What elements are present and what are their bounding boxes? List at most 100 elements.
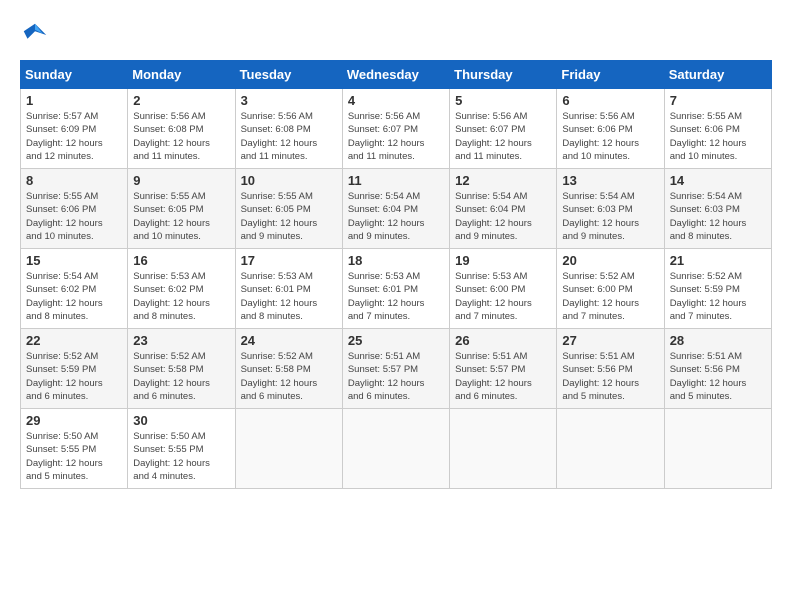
- calendar-header-row: SundayMondayTuesdayWednesdayThursdayFrid…: [21, 61, 772, 89]
- calendar-cell: 20 Sunrise: 5:52 AM Sunset: 6:00 PM Dayli…: [557, 249, 664, 329]
- cell-content: Sunrise: 5:51 AM Sunset: 5:56 PM Dayligh…: [670, 350, 766, 403]
- cell-content: Sunrise: 5:52 AM Sunset: 5:58 PM Dayligh…: [241, 350, 337, 403]
- header-friday: Friday: [557, 61, 664, 89]
- calendar-cell: 6 Sunrise: 5:56 AM Sunset: 6:06 PM Daylig…: [557, 89, 664, 169]
- cell-content: Sunrise: 5:55 AM Sunset: 6:05 PM Dayligh…: [241, 190, 337, 243]
- cell-content: Sunrise: 5:53 AM Sunset: 6:02 PM Dayligh…: [133, 270, 229, 323]
- calendar-cell: 15 Sunrise: 5:54 AM Sunset: 6:02 PM Dayli…: [21, 249, 128, 329]
- cell-content: Sunrise: 5:54 AM Sunset: 6:03 PM Dayligh…: [670, 190, 766, 243]
- cell-content: Sunrise: 5:53 AM Sunset: 6:01 PM Dayligh…: [348, 270, 444, 323]
- header-sunday: Sunday: [21, 61, 128, 89]
- calendar-cell: 5 Sunrise: 5:56 AM Sunset: 6:07 PM Daylig…: [450, 89, 557, 169]
- calendar-cell: 26 Sunrise: 5:51 AM Sunset: 5:57 PM Dayli…: [450, 329, 557, 409]
- calendar-cell: 22 Sunrise: 5:52 AM Sunset: 5:59 PM Dayli…: [21, 329, 128, 409]
- day-number: 20: [562, 253, 658, 268]
- day-number: 29: [26, 413, 122, 428]
- cell-content: Sunrise: 5:52 AM Sunset: 5:58 PM Dayligh…: [133, 350, 229, 403]
- calendar-cell: 25 Sunrise: 5:51 AM Sunset: 5:57 PM Dayli…: [342, 329, 449, 409]
- cell-content: Sunrise: 5:54 AM Sunset: 6:03 PM Dayligh…: [562, 190, 658, 243]
- calendar-cell: [450, 409, 557, 489]
- day-number: 2: [133, 93, 229, 108]
- calendar-cell: 29 Sunrise: 5:50 AM Sunset: 5:55 PM Dayli…: [21, 409, 128, 489]
- cell-content: Sunrise: 5:54 AM Sunset: 6:02 PM Dayligh…: [26, 270, 122, 323]
- day-number: 11: [348, 173, 444, 188]
- calendar-cell: 16 Sunrise: 5:53 AM Sunset: 6:02 PM Dayli…: [128, 249, 235, 329]
- calendar-cell: 28 Sunrise: 5:51 AM Sunset: 5:56 PM Dayli…: [664, 329, 771, 409]
- cell-content: Sunrise: 5:51 AM Sunset: 5:57 PM Dayligh…: [455, 350, 551, 403]
- cell-content: Sunrise: 5:52 AM Sunset: 5:59 PM Dayligh…: [26, 350, 122, 403]
- calendar-cell: 10 Sunrise: 5:55 AM Sunset: 6:05 PM Dayli…: [235, 169, 342, 249]
- cell-content: Sunrise: 5:55 AM Sunset: 6:05 PM Dayligh…: [133, 190, 229, 243]
- day-number: 4: [348, 93, 444, 108]
- cell-content: Sunrise: 5:56 AM Sunset: 6:08 PM Dayligh…: [241, 110, 337, 163]
- day-number: 9: [133, 173, 229, 188]
- day-number: 21: [670, 253, 766, 268]
- cell-content: Sunrise: 5:52 AM Sunset: 5:59 PM Dayligh…: [670, 270, 766, 323]
- cell-content: Sunrise: 5:54 AM Sunset: 6:04 PM Dayligh…: [455, 190, 551, 243]
- calendar-table: SundayMondayTuesdayWednesdayThursdayFrid…: [20, 60, 772, 489]
- calendar-cell: 18 Sunrise: 5:53 AM Sunset: 6:01 PM Dayli…: [342, 249, 449, 329]
- day-number: 24: [241, 333, 337, 348]
- day-number: 3: [241, 93, 337, 108]
- calendar-week-row: 8Sunrise: 5:55 AM Sunset: 6:06 PM Daylig…: [21, 169, 772, 249]
- header-thursday: Thursday: [450, 61, 557, 89]
- cell-content: Sunrise: 5:55 AM Sunset: 6:06 PM Dayligh…: [670, 110, 766, 163]
- header-monday: Monday: [128, 61, 235, 89]
- day-number: 27: [562, 333, 658, 348]
- cell-content: Sunrise: 5:56 AM Sunset: 6:06 PM Dayligh…: [562, 110, 658, 163]
- day-number: 10: [241, 173, 337, 188]
- calendar-cell: [664, 409, 771, 489]
- cell-content: Sunrise: 5:56 AM Sunset: 6:07 PM Dayligh…: [455, 110, 551, 163]
- day-number: 22: [26, 333, 122, 348]
- calendar-cell: 13 Sunrise: 5:54 AM Sunset: 6:03 PM Dayli…: [557, 169, 664, 249]
- cell-content: Sunrise: 5:51 AM Sunset: 5:56 PM Dayligh…: [562, 350, 658, 403]
- calendar-cell: 12 Sunrise: 5:54 AM Sunset: 6:04 PM Dayli…: [450, 169, 557, 249]
- day-number: 16: [133, 253, 229, 268]
- cell-content: Sunrise: 5:52 AM Sunset: 6:00 PM Dayligh…: [562, 270, 658, 323]
- header-saturday: Saturday: [664, 61, 771, 89]
- calendar-cell: 2 Sunrise: 5:56 AM Sunset: 6:08 PM Daylig…: [128, 89, 235, 169]
- day-number: 15: [26, 253, 122, 268]
- day-number: 18: [348, 253, 444, 268]
- day-number: 28: [670, 333, 766, 348]
- cell-content: Sunrise: 5:50 AM Sunset: 5:55 PM Dayligh…: [26, 430, 122, 483]
- day-number: 19: [455, 253, 551, 268]
- day-number: 25: [348, 333, 444, 348]
- cell-content: Sunrise: 5:56 AM Sunset: 6:07 PM Dayligh…: [348, 110, 444, 163]
- day-number: 26: [455, 333, 551, 348]
- calendar-cell: 7 Sunrise: 5:55 AM Sunset: 6:06 PM Daylig…: [664, 89, 771, 169]
- cell-content: Sunrise: 5:53 AM Sunset: 6:00 PM Dayligh…: [455, 270, 551, 323]
- logo-icon: [20, 20, 50, 50]
- header-wednesday: Wednesday: [342, 61, 449, 89]
- day-number: 5: [455, 93, 551, 108]
- day-number: 1: [26, 93, 122, 108]
- cell-content: Sunrise: 5:56 AM Sunset: 6:08 PM Dayligh…: [133, 110, 229, 163]
- day-number: 7: [670, 93, 766, 108]
- day-number: 23: [133, 333, 229, 348]
- cell-content: Sunrise: 5:57 AM Sunset: 6:09 PM Dayligh…: [26, 110, 122, 163]
- day-number: 12: [455, 173, 551, 188]
- calendar-cell: 17Sunrise: 5:53 AM Sunset: 6:01 PM Dayli…: [235, 249, 342, 329]
- day-number: 6: [562, 93, 658, 108]
- page-header: [20, 20, 772, 50]
- calendar-cell: 3 Sunrise: 5:56 AM Sunset: 6:08 PM Daylig…: [235, 89, 342, 169]
- cell-content: Sunrise: 5:50 AM Sunset: 5:55 PM Dayligh…: [133, 430, 229, 483]
- calendar-cell: 1 Sunrise: 5:57 AM Sunset: 6:09 PM Daylig…: [21, 89, 128, 169]
- calendar-cell: 11Sunrise: 5:54 AM Sunset: 6:04 PM Dayli…: [342, 169, 449, 249]
- calendar-cell: 24 Sunrise: 5:52 AM Sunset: 5:58 PM Dayli…: [235, 329, 342, 409]
- calendar-cell: 21 Sunrise: 5:52 AM Sunset: 5:59 PM Dayli…: [664, 249, 771, 329]
- calendar-cell: 4 Sunrise: 5:56 AM Sunset: 6:07 PM Daylig…: [342, 89, 449, 169]
- day-number: 8: [26, 173, 122, 188]
- header-tuesday: Tuesday: [235, 61, 342, 89]
- calendar-cell: 14Sunrise: 5:54 AM Sunset: 6:03 PM Dayli…: [664, 169, 771, 249]
- calendar-cell: 30 Sunrise: 5:50 AM Sunset: 5:55 PM Dayli…: [128, 409, 235, 489]
- calendar-cell: [235, 409, 342, 489]
- calendar-week-row: 15 Sunrise: 5:54 AM Sunset: 6:02 PM Dayli…: [21, 249, 772, 329]
- day-number: 30: [133, 413, 229, 428]
- calendar-cell: 23 Sunrise: 5:52 AM Sunset: 5:58 PM Dayli…: [128, 329, 235, 409]
- calendar-cell: 19 Sunrise: 5:53 AM Sunset: 6:00 PM Dayli…: [450, 249, 557, 329]
- calendar-week-row: 29 Sunrise: 5:50 AM Sunset: 5:55 PM Dayli…: [21, 409, 772, 489]
- cell-content: Sunrise: 5:51 AM Sunset: 5:57 PM Dayligh…: [348, 350, 444, 403]
- calendar-cell: 8Sunrise: 5:55 AM Sunset: 6:06 PM Daylig…: [21, 169, 128, 249]
- day-number: 13: [562, 173, 658, 188]
